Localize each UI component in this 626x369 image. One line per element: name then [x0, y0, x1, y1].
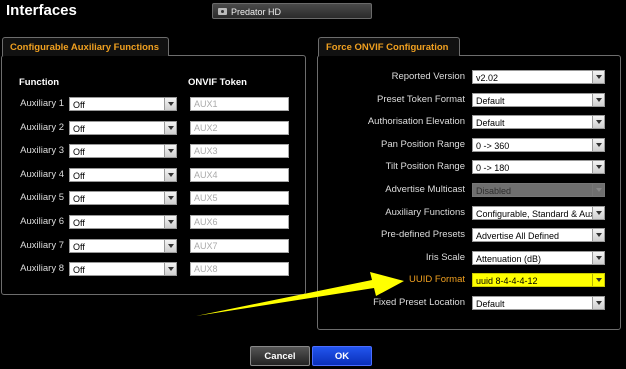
chevron-down-icon[interactable] — [592, 274, 604, 286]
aux-label-3: Auxiliary 3 — [20, 145, 64, 156]
chevron-down-icon[interactable] — [592, 94, 604, 106]
aux-function-select-4[interactable]: Off — [69, 168, 177, 182]
aux-function-select-1[interactable]: Off — [69, 97, 177, 111]
chevron-down-icon[interactable] — [592, 207, 604, 219]
aux-function-value: Off — [73, 218, 85, 228]
aux-token-field-4[interactable]: AUX4 — [190, 168, 289, 182]
aux-function-select-2[interactable]: Off — [69, 121, 177, 135]
aux-label-1: Auxiliary 1 — [20, 98, 64, 109]
tab-force-onvif-configuration[interactable]: Force ONVIF Configuration — [318, 37, 460, 56]
onvif-select-value: Default — [476, 299, 505, 309]
onvif-select-8[interactable]: Advertise All Defined — [472, 228, 605, 242]
onvif-select-10[interactable]: uuid 8-4-4-4-12 — [472, 273, 605, 287]
aux-token-field-2[interactable]: AUX2 — [190, 121, 289, 135]
aux-label-2: Auxiliary 2 — [20, 122, 64, 133]
aux-token-field-8[interactable]: AUX8 — [190, 262, 289, 276]
onvif-select-9[interactable]: Attenuation (dB) — [472, 251, 605, 265]
chevron-down-icon[interactable] — [164, 240, 176, 252]
aux-function-select-3[interactable]: Off — [69, 144, 177, 158]
onvif-select-1[interactable]: v2.02 — [472, 70, 605, 84]
onvif-select-value: uuid 8-4-4-4-12 — [476, 276, 538, 286]
aux-function-value: Off — [73, 147, 85, 157]
onvif-select-5[interactable]: 0 -> 180 — [472, 160, 605, 174]
chevron-down-icon[interactable] — [164, 98, 176, 110]
camera-selector[interactable]: Predator HD — [212, 3, 372, 19]
onvif-select-value: Advertise All Defined — [476, 231, 560, 241]
onvif-select-4[interactable]: 0 -> 360 — [472, 138, 605, 152]
aux-function-value: Off — [73, 242, 85, 252]
aux-token-field-5[interactable]: AUX5 — [190, 191, 289, 205]
onvif-label-9: Iris Scale — [425, 252, 465, 263]
tab-configurable-aux-functions[interactable]: Configurable Auxiliary Functions — [2, 37, 169, 56]
aux-function-select-8[interactable]: Off — [69, 262, 177, 276]
chevron-down-icon[interactable] — [592, 116, 604, 128]
aux-label-5: Auxiliary 5 — [20, 192, 64, 203]
aux-token-field-1[interactable]: AUX1 — [190, 97, 289, 111]
onvif-select-value: 0 -> 360 — [476, 141, 510, 151]
aux-label-4: Auxiliary 4 — [20, 169, 64, 180]
chevron-down-icon[interactable] — [592, 71, 604, 83]
chevron-down-icon[interactable] — [592, 161, 604, 173]
chevron-down-icon[interactable] — [164, 216, 176, 228]
onvif-select-7[interactable]: Configurable, Standard & Aux — [472, 206, 605, 220]
function-column-header: Function — [19, 77, 60, 88]
aux-token-field-3[interactable]: AUX3 — [190, 144, 289, 158]
aux-function-value: Off — [73, 194, 85, 204]
onvif-select-value: Attenuation (dB) — [476, 254, 542, 264]
aux-function-select-6[interactable]: Off — [69, 215, 177, 229]
aux-token-field-6[interactable]: AUX6 — [190, 215, 289, 229]
aux-function-value: Off — [73, 171, 85, 181]
chevron-down-icon[interactable] — [592, 297, 604, 309]
onvif-label-2: Preset Token Format — [376, 94, 465, 105]
chevron-down-icon[interactable] — [164, 192, 176, 204]
camera-name: Predator HD — [231, 7, 282, 17]
aux-function-value: Off — [73, 100, 85, 110]
onvif-select-value: v2.02 — [476, 73, 499, 83]
aux-token-field-7[interactable]: AUX7 — [190, 239, 289, 253]
aux-function-select-5[interactable]: Off — [69, 191, 177, 205]
onvif-label-7: Auxiliary Functions — [385, 207, 465, 218]
onvif-token-column-header: ONVIF Token — [188, 77, 247, 88]
chevron-down-icon[interactable] — [164, 122, 176, 134]
onvif-select-value: Disabled — [476, 186, 512, 196]
onvif-select-6: Disabled — [472, 183, 605, 197]
onvif-label-4: Pan Position Range — [381, 139, 465, 150]
aux-function-value: Off — [73, 124, 85, 134]
ok-button[interactable]: OK — [312, 346, 372, 366]
onvif-select-value: 0 -> 180 — [476, 163, 510, 173]
onvif-label-6: Advertise Multicast — [385, 184, 465, 195]
cancel-button[interactable]: Cancel — [250, 346, 310, 366]
chevron-down-icon — [592, 184, 604, 196]
onvif-label-11: Fixed Preset Location — [373, 297, 465, 308]
onvif-label-8: Pre-defined Presets — [381, 229, 465, 240]
chevron-down-icon[interactable] — [592, 139, 604, 151]
chevron-down-icon[interactable] — [164, 263, 176, 275]
chevron-down-icon[interactable] — [592, 229, 604, 241]
onvif-select-2[interactable]: Default — [472, 93, 605, 107]
chevron-down-icon[interactable] — [164, 145, 176, 157]
onvif-select-3[interactable]: Default — [472, 115, 605, 129]
aux-function-select-7[interactable]: Off — [69, 239, 177, 253]
camera-icon — [218, 8, 227, 15]
onvif-select-value: Default — [476, 96, 505, 106]
aux-label-7: Auxiliary 7 — [20, 240, 64, 251]
onvif-label-10: UUID Format — [409, 274, 465, 285]
onvif-select-11[interactable]: Default — [472, 296, 605, 310]
onvif-label-1: Reported Version — [391, 71, 465, 82]
chevron-down-icon[interactable] — [164, 169, 176, 181]
onvif-select-value: Configurable, Standard & Aux — [476, 209, 595, 219]
aux-label-8: Auxiliary 8 — [20, 263, 64, 274]
onvif-select-value: Default — [476, 118, 505, 128]
onvif-label-5: Tilt Position Range — [385, 161, 465, 172]
chevron-down-icon[interactable] — [592, 252, 604, 264]
onvif-label-3: Authorisation Elevation — [367, 116, 465, 127]
aux-label-6: Auxiliary 6 — [20, 216, 64, 227]
page-title: Interfaces — [6, 2, 77, 19]
aux-function-value: Off — [73, 265, 85, 275]
